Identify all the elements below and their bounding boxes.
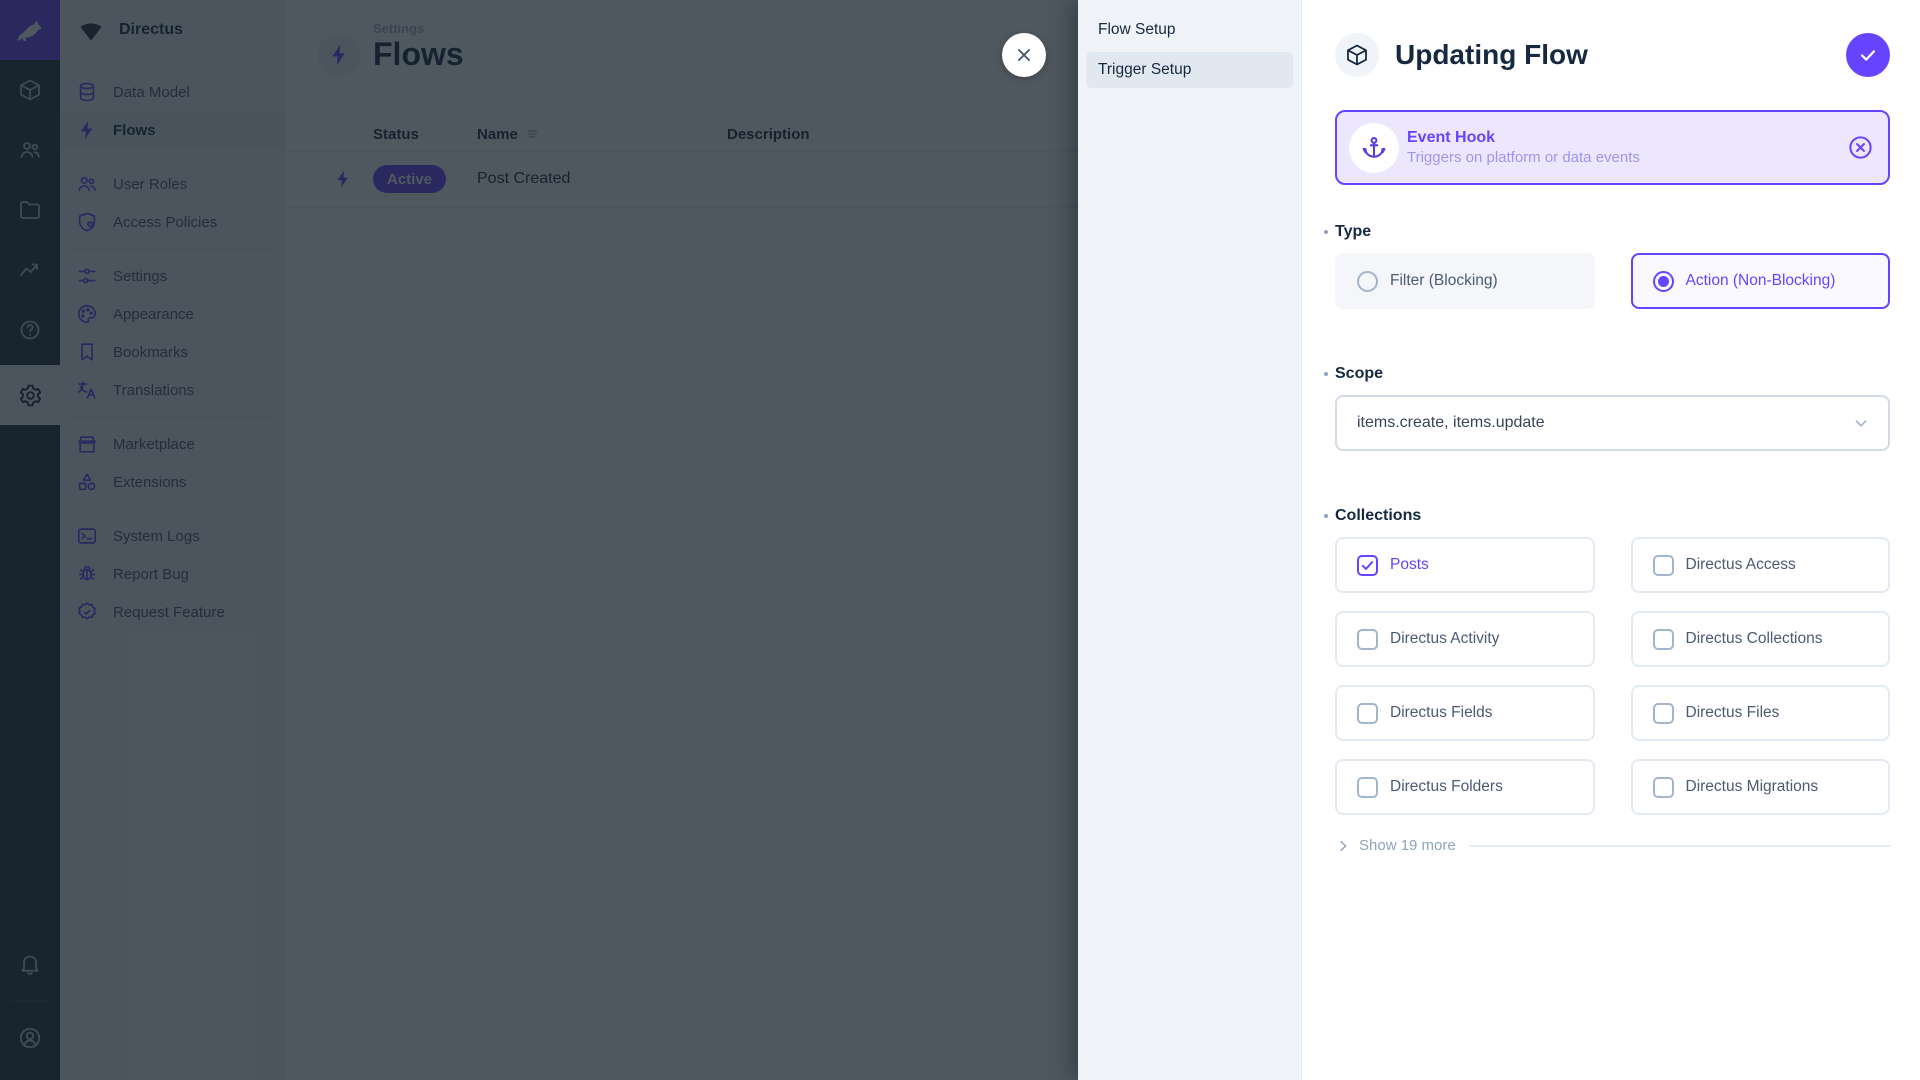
checkbox-icon	[1357, 703, 1378, 724]
checkbox-directus-access[interactable]: Directus Access	[1631, 537, 1891, 593]
drawer: Flow Setup Trigger Setup Updating Flow E…	[1078, 0, 1920, 1080]
type-options: Filter (Blocking) Action (Non-Blocking)	[1335, 253, 1890, 309]
event-hook-texts: Event Hook Triggers on platform or data …	[1407, 127, 1839, 168]
checkbox-icon	[1653, 777, 1674, 798]
event-hook-title: Event Hook	[1407, 127, 1839, 148]
checkbox-directus-fields[interactable]: Directus Fields	[1335, 685, 1595, 741]
radio-filter-blocking[interactable]: Filter (Blocking)	[1335, 253, 1595, 309]
modal-overlay[interactable]	[0, 0, 1078, 1080]
checkbox-directus-files[interactable]: Directus Files	[1631, 685, 1891, 741]
drawer-close-button[interactable]	[1002, 33, 1046, 77]
check-icon	[1857, 44, 1879, 66]
checkbox-label: Directus Migrations	[1686, 778, 1819, 796]
drawer-nav: Flow Setup Trigger Setup	[1078, 0, 1302, 1080]
scope-section: Scope items.create, items.update	[1335, 365, 1890, 451]
radio-label: Action (Non-Blocking)	[1686, 272, 1836, 290]
chevron-down-icon	[1850, 412, 1872, 434]
checkbox-icon	[1357, 629, 1378, 650]
trigger-type-card[interactable]: Event Hook Triggers on platform or data …	[1335, 110, 1890, 185]
event-hook-subtitle: Triggers on platform or data events	[1407, 148, 1839, 168]
checkbox-label: Posts	[1390, 556, 1429, 574]
cancel-circle-icon	[1847, 134, 1874, 161]
checkbox-checked-icon	[1357, 555, 1378, 576]
collections-label: Collections	[1335, 507, 1890, 525]
drawer-header: Updating Flow	[1335, 33, 1890, 77]
drawer-nav-trigger-setup[interactable]: Trigger Setup	[1086, 52, 1293, 88]
scope-value: items.create, items.update	[1357, 414, 1850, 432]
checkbox-icon	[1653, 555, 1674, 576]
drawer-title: Updating Flow	[1395, 39, 1830, 71]
scope-label: Scope	[1335, 365, 1890, 383]
scope-select[interactable]: items.create, items.update	[1335, 395, 1890, 451]
save-button[interactable]	[1846, 33, 1890, 77]
checkbox-label: Directus Files	[1686, 704, 1780, 722]
checkbox-label: Directus Access	[1686, 556, 1796, 574]
checkbox-icon	[1653, 629, 1674, 650]
drawer-icon-circle	[1335, 33, 1379, 77]
drawer-nav-flow-setup[interactable]: Flow Setup	[1086, 12, 1293, 48]
close-icon	[1013, 44, 1035, 66]
checkbox-label: Directus Folders	[1390, 778, 1503, 796]
checkbox-directus-collections[interactable]: Directus Collections	[1631, 611, 1891, 667]
checkbox-label: Directus Fields	[1390, 704, 1493, 722]
radio-label: Filter (Blocking)	[1390, 272, 1498, 290]
show-more-rule	[1470, 845, 1890, 847]
box-icon	[1345, 43, 1369, 67]
show-more-toggle[interactable]: Show 19 more	[1335, 837, 1890, 854]
checkbox-directus-activity[interactable]: Directus Activity	[1335, 611, 1595, 667]
checkbox-icon	[1653, 703, 1674, 724]
drawer-content: Updating Flow Event Hook Triggers on pla…	[1302, 0, 1920, 1080]
collections-section: Collections Posts Directus Access Direct…	[1335, 507, 1890, 854]
anchor-icon	[1361, 135, 1387, 161]
radio-icon	[1357, 271, 1378, 292]
type-section: Type Filter (Blocking) Action (Non-Block…	[1335, 223, 1890, 309]
checkbox-label: Directus Activity	[1390, 630, 1499, 648]
checkbox-icon	[1357, 777, 1378, 798]
radio-action-non-blocking[interactable]: Action (Non-Blocking)	[1631, 253, 1891, 309]
checkbox-directus-folders[interactable]: Directus Folders	[1335, 759, 1595, 815]
checkbox-label: Directus Collections	[1686, 630, 1823, 648]
type-label: Type	[1335, 223, 1890, 241]
deselect-trigger-button[interactable]	[1847, 134, 1874, 161]
anchor-circle	[1349, 123, 1399, 173]
radio-selected-icon	[1653, 271, 1674, 292]
checkbox-posts[interactable]: Posts	[1335, 537, 1595, 593]
chevron-right-icon	[1335, 838, 1351, 854]
collections-grid: Posts Directus Access Directus Activity …	[1335, 537, 1890, 815]
show-more-label: Show 19 more	[1359, 837, 1456, 854]
checkbox-directus-migrations[interactable]: Directus Migrations	[1631, 759, 1891, 815]
